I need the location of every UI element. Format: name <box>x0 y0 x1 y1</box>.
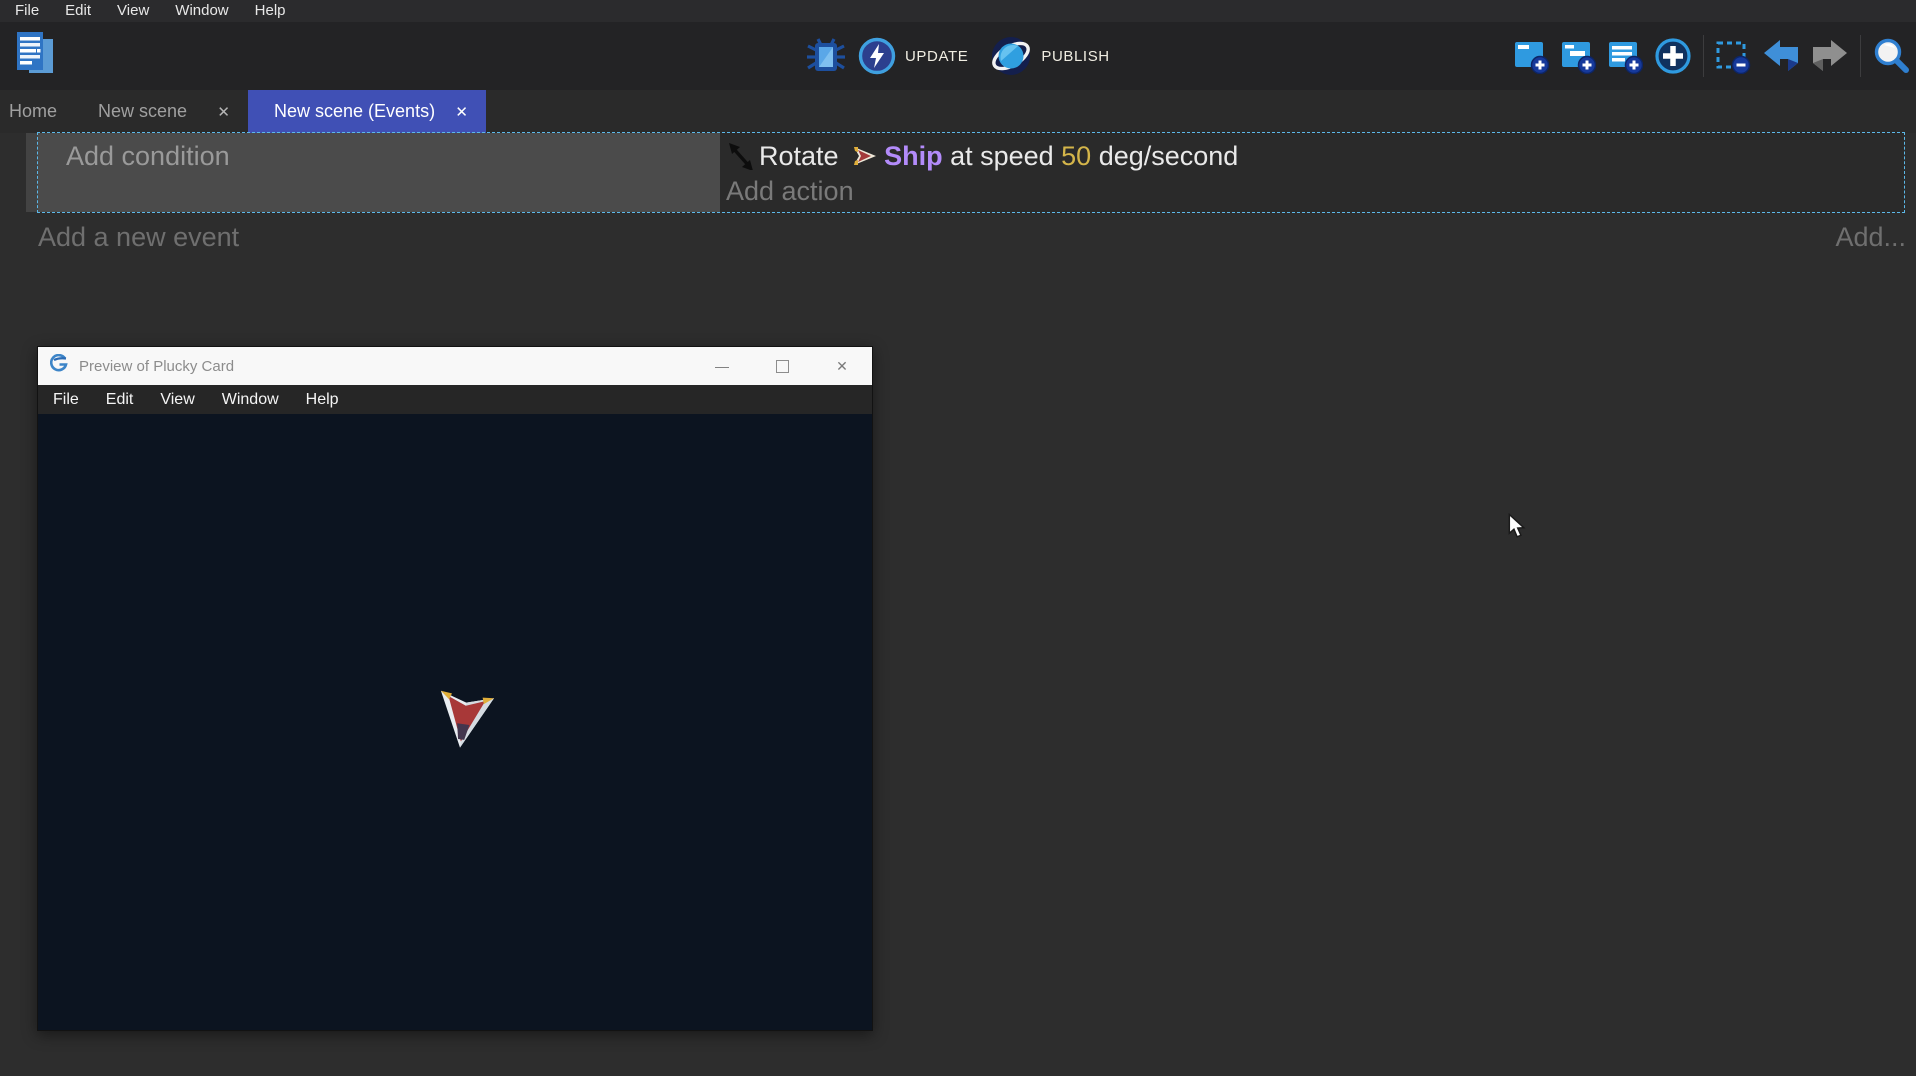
menu-edit[interactable]: Edit <box>52 0 104 22</box>
gdevelop-logo-icon <box>50 354 69 378</box>
redo-icon[interactable] <box>1811 39 1849 73</box>
action-text: deg/second <box>1091 141 1238 172</box>
main-toolbar: UPDATE PUBLISH <box>0 22 1916 90</box>
preview-window-title: Preview of Plucky Card <box>79 358 234 375</box>
project-manager-button[interactable] <box>12 31 58 81</box>
project-manager-icon <box>13 29 57 84</box>
event-row[interactable]: Add condition Rotate S <box>37 132 1905 213</box>
delete-selection-icon[interactable] <box>1715 38 1751 74</box>
add-action-placeholder[interactable]: Add action <box>726 176 1904 207</box>
ship-sprite <box>427 682 502 757</box>
add-event-icon[interactable] <box>1513 38 1549 74</box>
tab-new-scene-events[interactable]: New scene (Events) ✕ <box>248 90 486 133</box>
menu-window[interactable]: Window <box>162 0 241 22</box>
add-comment-icon[interactable] <box>1607 38 1643 74</box>
gdevelop-app-window: File Edit View Window Help <box>0 0 1916 1076</box>
preview-tools: UPDATE PUBLISH <box>806 22 1110 90</box>
close-button[interactable]: ✕ <box>812 347 872 385</box>
toolbar-separator <box>1860 35 1861 77</box>
mouse-cursor <box>1506 513 1530 544</box>
action-rotate-ship[interactable]: Rotate Ship at speed 50 deg/second <box>726 137 1904 175</box>
debug-icon[interactable] <box>806 36 846 76</box>
toolbar-separator <box>1703 35 1704 77</box>
rotate-action-icon <box>728 142 754 170</box>
action-text: at speed <box>943 141 1062 172</box>
tab-label: Home <box>9 101 57 122</box>
preview-menu-view[interactable]: View <box>160 391 194 409</box>
game-canvas[interactable] <box>38 414 872 1030</box>
action-text: Rotate <box>759 141 846 172</box>
update-button[interactable]: UPDATE <box>905 48 968 65</box>
app-menubar: File Edit View Window Help <box>0 0 1916 22</box>
add-condition-placeholder[interactable]: Add condition <box>66 141 230 171</box>
menu-help[interactable]: Help <box>242 0 299 22</box>
preview-window: Preview of Plucky Card — ✕ File Edit Vie… <box>37 346 873 1031</box>
events-toolbar <box>1513 22 1910 90</box>
preview-menu-help[interactable]: Help <box>306 391 339 409</box>
menu-file[interactable]: File <box>2 0 52 22</box>
ship-object-thumbnail-icon <box>852 144 878 168</box>
preview-menu-file[interactable]: File <box>53 391 79 409</box>
minimize-button[interactable]: — <box>692 347 752 385</box>
action-parameter-value: 50 <box>1061 141 1091 172</box>
preview-titlebar[interactable]: Preview of Plucky Card — ✕ <box>38 347 872 385</box>
preview-menu-edit[interactable]: Edit <box>106 391 134 409</box>
add-event-button[interactable]: Add... <box>1835 222 1906 253</box>
undo-icon[interactable] <box>1762 39 1800 73</box>
search-icon[interactable] <box>1872 37 1910 75</box>
menu-view[interactable]: View <box>104 0 162 22</box>
event-actions-cell[interactable]: Rotate Ship at speed 50 deg/second Add a… <box>720 133 1904 212</box>
choose-event-icon[interactable] <box>1654 37 1692 75</box>
publish-button[interactable]: PUBLISH <box>1041 48 1109 65</box>
tab-label: New scene (Events) <box>274 101 435 122</box>
editor-tabbar: Home New scene ✕ New scene (Events) ✕ <box>0 90 1916 133</box>
tab-new-scene[interactable]: New scene ✕ <box>76 90 246 133</box>
preview-menu-window[interactable]: Window <box>222 391 279 409</box>
action-object-name: Ship <box>884 141 943 172</box>
window-controls: — ✕ <box>692 347 872 385</box>
publish-globe-icon[interactable] <box>990 35 1032 77</box>
maximize-icon <box>776 360 789 373</box>
maximize-button[interactable] <box>752 347 812 385</box>
event-conditions-cell[interactable]: Add condition <box>38 133 720 212</box>
update-lightning-icon[interactable] <box>858 37 896 75</box>
tab-home[interactable]: Home <box>0 90 66 133</box>
tab-label: New scene <box>98 101 187 122</box>
tab-close-icon[interactable]: ✕ <box>217 103 230 121</box>
add-new-event-label[interactable]: Add a new event <box>38 222 239 253</box>
preview-menubar: File Edit View Window Help <box>38 385 872 414</box>
tab-close-icon[interactable]: ✕ <box>455 103 468 121</box>
add-subevent-icon[interactable] <box>1560 38 1596 74</box>
